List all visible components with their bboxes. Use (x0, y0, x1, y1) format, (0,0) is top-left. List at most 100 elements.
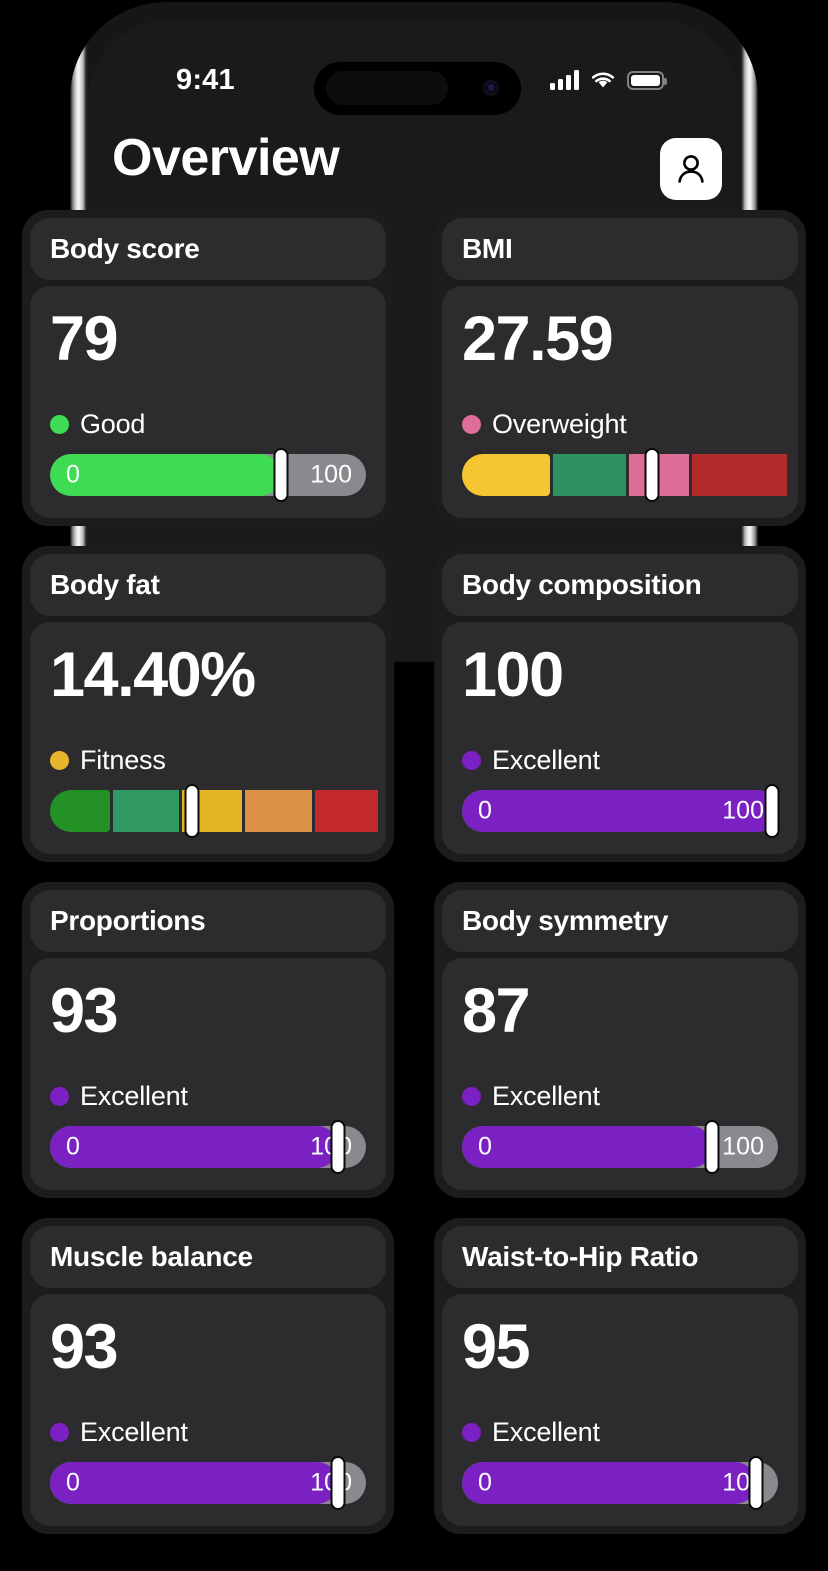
gauge-marker[interactable] (704, 1120, 720, 1174)
metric-card[interactable]: Body fat 14.40% Fitness (22, 546, 394, 862)
card-header: Proportions (30, 890, 386, 952)
progress-gauge[interactable]: 0100 (462, 1456, 778, 1510)
gauge-marker[interactable] (330, 1456, 346, 1510)
gauge-fill (50, 454, 281, 496)
gauge-marker[interactable] (764, 784, 780, 838)
card-header: Body fat (30, 554, 386, 616)
card-title: Body composition (462, 569, 702, 600)
metric-card[interactable]: Muscle balance 93 Excellent 0100 (22, 1218, 394, 1534)
progress-gauge[interactable]: 0 100 (462, 784, 780, 838)
gauge-marker[interactable] (330, 1120, 346, 1174)
dynamic-island (314, 62, 521, 115)
card-header: Muscle balance (30, 1226, 386, 1288)
gauge-fill (462, 1126, 712, 1168)
card-header: Body composition (442, 554, 798, 616)
gauge-fill (50, 1462, 338, 1504)
gauge-max-label: 100 (722, 796, 764, 825)
status-label: Excellent (492, 1081, 600, 1111)
gauge-min-label: 0 (66, 460, 80, 489)
metric-value: 27.59 (462, 304, 614, 374)
progress-gauge[interactable]: 0100 (50, 1120, 366, 1174)
segmented-gauge[interactable] (462, 448, 787, 502)
metric-value: 100 (462, 640, 564, 710)
gauge-marker[interactable] (184, 784, 200, 838)
app-screenshot: 9:41 Overview Body score 79 Good 0 100 B… (0, 0, 828, 1571)
gauge-fill (462, 1462, 756, 1504)
status-row: Excellent (50, 1417, 366, 1448)
status-label: Overweight (492, 409, 627, 439)
card-body: 14.40% Fitness (30, 622, 386, 854)
status-row: Fitness (50, 745, 366, 776)
status-row: Excellent (462, 745, 778, 776)
card-body: 27.59 Overweight (442, 286, 798, 518)
gauge-segment (629, 454, 690, 496)
card-title: BMI (462, 233, 513, 264)
card-title: Body fat (50, 569, 160, 600)
gauge-max-label: 100 (310, 460, 352, 489)
status-row: Excellent (50, 1081, 366, 1112)
metric-card[interactable]: BMI 27.59 Overweight (434, 210, 806, 526)
card-body: 93 Excellent 0100 (30, 1294, 386, 1526)
card-body: 87 Excellent 0 100 (442, 958, 798, 1190)
status-label: Excellent (80, 1081, 188, 1111)
metric-value: 95 (462, 1312, 531, 1382)
gauge-marker[interactable] (748, 1456, 764, 1510)
status-dot (462, 1087, 481, 1106)
status-row: Excellent (462, 1081, 778, 1112)
card-body: 93 Excellent 0100 (30, 958, 386, 1190)
gauge-min-label: 0 (478, 1132, 492, 1161)
card-title: Body symmetry (462, 905, 669, 936)
gauge-marker[interactable] (644, 448, 660, 502)
gauge-segment (245, 790, 312, 832)
status-dot (462, 415, 481, 434)
gauge-segment (314, 790, 378, 832)
card-title: Body score (50, 233, 200, 264)
card-title: Muscle balance (50, 1241, 253, 1272)
progress-gauge[interactable]: 0100 (462, 1120, 778, 1174)
card-body: 95 Excellent 0 100 (442, 1294, 798, 1526)
status-bar-time: 9:41 (176, 63, 235, 96)
segmented-gauge[interactable] (50, 784, 378, 838)
card-header: Waist-to-Hip Ratio (442, 1226, 798, 1288)
gauge-min-label: 0 (478, 796, 492, 825)
gauge-min-label: 0 (66, 1468, 80, 1497)
gauge-min-label: 0 (66, 1132, 80, 1161)
status-dot (50, 415, 69, 434)
card-header: BMI (442, 218, 798, 280)
gauge-segment (462, 454, 551, 496)
battery-icon (627, 70, 667, 90)
status-bar-indicators (550, 70, 667, 90)
status-label: Fitness (80, 745, 166, 775)
gauge-min-label: 0 (478, 1468, 492, 1497)
app-header: Overview (88, 128, 740, 214)
status-dot (50, 751, 69, 770)
progress-gauge[interactable]: 0100 (50, 1456, 366, 1510)
status-label: Good (80, 409, 146, 439)
metric-value: 93 (50, 1312, 119, 1382)
metric-card[interactable]: Waist-to-Hip Ratio 95 Excellent 0 100 (434, 1218, 806, 1534)
gauge-segment (692, 454, 787, 496)
earpiece-speaker (326, 71, 448, 105)
page-title: Overview (112, 129, 340, 187)
status-row: Excellent (462, 1417, 778, 1448)
status-row: Good (50, 409, 366, 440)
gauge-marker[interactable] (273, 448, 289, 502)
status-bar: 9:41 (88, 52, 740, 115)
metric-card[interactable]: Body symmetry 87 Excellent 0 100 (434, 882, 806, 1198)
card-title: Waist-to-Hip Ratio (462, 1241, 699, 1272)
metric-card[interactable]: Proportions 93 Excellent 0100 (22, 882, 394, 1198)
gauge-segment (50, 790, 111, 832)
metric-value: 14.40% (50, 640, 256, 710)
gauge-segment (553, 454, 627, 496)
status-dot (462, 1423, 481, 1442)
progress-gauge[interactable]: 0 100 (50, 448, 366, 502)
profile-button[interactable] (660, 138, 722, 200)
metric-value: 79 (50, 304, 119, 374)
metric-card[interactable]: Body composition 100 Excellent 0 100 (434, 546, 806, 862)
wifi-icon (591, 72, 615, 88)
card-body: 79 Good 0 100 (30, 286, 386, 518)
metric-card[interactable]: Body score 79 Good 0 100 (22, 210, 394, 526)
gauge-segment (113, 790, 180, 832)
status-dot (50, 1087, 69, 1106)
status-row: Overweight (462, 409, 778, 440)
